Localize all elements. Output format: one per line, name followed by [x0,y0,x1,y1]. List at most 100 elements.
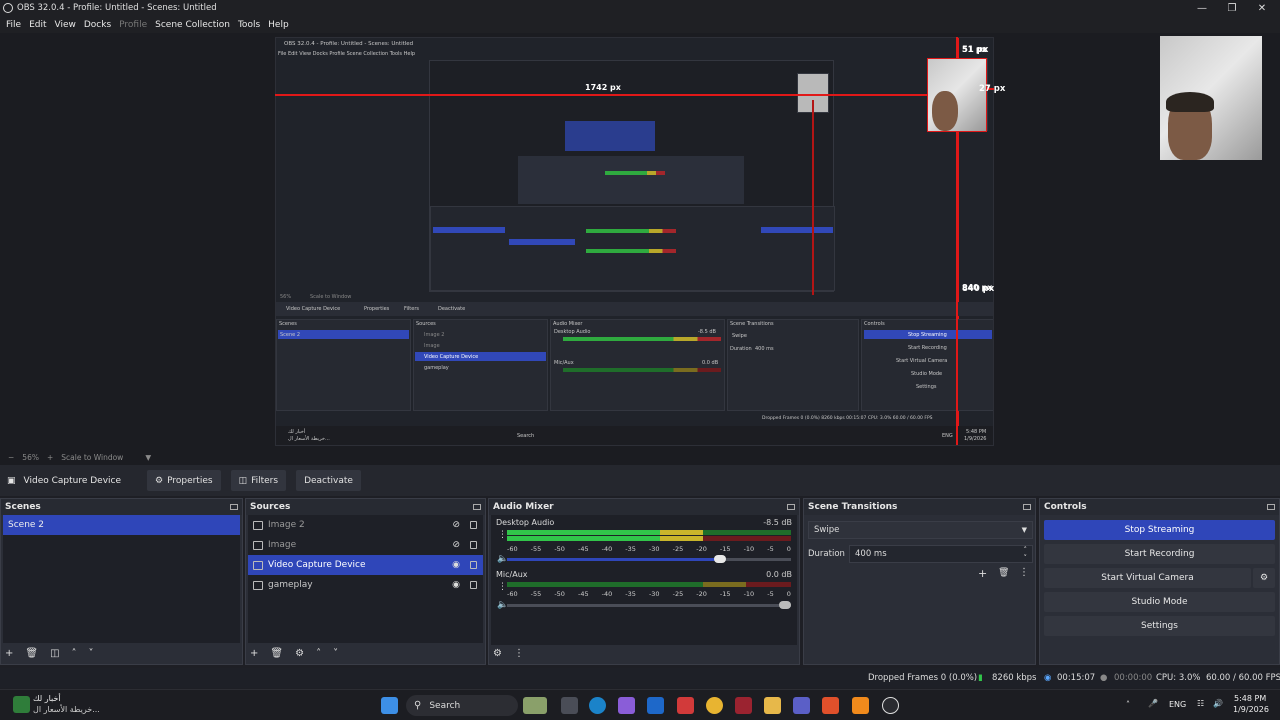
source-row[interactable]: gameplay ◉ [248,575,483,595]
kebab-menu-icon[interactable]: ⋮ [498,582,507,592]
windows-start-icon[interactable] [381,697,398,714]
kebab-menu-icon[interactable]: ⋮ [498,530,507,540]
move-up-icon[interactable]: ˄ [316,648,321,659]
zoom-minus-button[interactable]: − [8,453,14,462]
file-explorer-icon[interactable] [764,697,781,714]
lock-icon[interactable] [470,561,477,569]
chevron-up-icon[interactable]: ˄ [1126,700,1130,709]
start-recording-button[interactable]: Start Recording [1044,544,1275,564]
spinner-down-icon[interactable]: ˅ [1024,554,1028,562]
scenes-list: Scene 2 [3,515,240,643]
chrome-icon[interactable] [706,697,723,714]
source-row[interactable]: Image ⊘ [248,535,483,555]
search-highlight-icon[interactable] [523,697,547,714]
volume-knob[interactable] [779,601,791,609]
edge-icon[interactable] [589,697,606,714]
deactivate-button[interactable]: Deactivate [296,470,361,491]
eye-hidden-icon[interactable]: ⊘ [452,540,460,550]
menu-view[interactable]: View [51,20,80,30]
news-widget-icon[interactable] [13,696,30,713]
language-indicator[interactable]: ENG [1169,700,1186,709]
kebab-menu-icon[interactable]: ⋮ [514,648,524,659]
outlook-icon[interactable] [647,697,664,714]
trash-icon[interactable]: 🗑 [270,648,283,659]
scene-item[interactable]: Scene 2 [3,515,240,535]
scale-mode-select[interactable]: Scale to Window [61,453,123,462]
menu-docks[interactable]: Docks [80,20,115,30]
preview-canvas[interactable]: OBS 32.0.4 - Profile: Untitled - Scenes:… [0,33,1280,450]
source-row[interactable]: Video Capture Device ◉ [248,555,483,575]
network-icon[interactable]: ☷ [1197,699,1204,708]
lock-icon[interactable] [470,521,477,529]
obs-taskbar-icon[interactable] [882,697,899,714]
menu-scene-collection[interactable]: Scene Collection [151,20,234,30]
properties-button[interactable]: ⚙ Properties [147,470,221,491]
close-button[interactable]: ✕ [1246,0,1278,16]
menu-edit[interactable]: Edit [25,20,50,30]
add-icon[interactable]: + [5,648,13,659]
volume-knob[interactable] [714,555,726,563]
tick-label: -15 [719,545,731,553]
nested-deep-docks [430,206,835,291]
dock-float-icon[interactable] [787,504,795,510]
studio-mode-button[interactable]: Studio Mode [1044,592,1275,612]
news-line-1[interactable]: أخبار لك [33,694,61,703]
volume-slider[interactable] [507,601,791,609]
clock-date[interactable]: 1/9/2026 [1233,705,1269,714]
minimize-button[interactable]: — [1186,0,1218,16]
duration-input[interactable]: 400 ms ˄ ˅ [849,545,1033,563]
preview-webcam-selection[interactable] [927,58,987,132]
settings-button[interactable]: Settings [1044,616,1275,636]
eye-icon[interactable]: ◉ [452,560,460,570]
trash-icon[interactable]: 🗑 [25,648,38,659]
lock-icon[interactable] [470,581,477,589]
menu-profile[interactable]: Profile [115,20,151,30]
source-row[interactable]: Image 2 ⊘ [248,515,483,535]
dock-float-icon[interactable] [230,504,238,510]
clock-time[interactable]: 5:48 PM [1234,694,1266,703]
nested-desktop-audio: Desktop Audio [554,329,591,335]
tick-label: -35 [625,590,636,598]
brave-icon[interactable] [822,697,839,714]
move-down-icon[interactable]: ˅ [89,648,94,659]
news-line-2[interactable]: خريطة الأسعار ال... [33,705,100,714]
add-icon[interactable]: + [250,648,258,659]
copilot-icon[interactable] [618,697,635,714]
volume-slider[interactable] [507,555,791,563]
task-view-icon[interactable] [561,697,578,714]
menu-tools[interactable]: Tools [234,20,264,30]
trash-icon[interactable]: 🗑 [998,568,1009,578]
chevron-down-icon[interactable]: ▼ [145,453,151,462]
stop-streaming-button[interactable]: Stop Streaming [1044,520,1275,540]
gear-icon[interactable]: ⚙ [295,648,304,659]
kebab-menu-icon[interactable]: ⋮ [1019,567,1029,578]
transition-select[interactable]: Swipe ▼ [808,521,1033,539]
maximize-button[interactable]: ❐ [1216,0,1248,16]
filters-button[interactable]: ◫ Filters [230,470,287,491]
menu-file[interactable]: File [2,20,25,30]
dock-float-icon[interactable] [1267,504,1275,510]
vlc-icon[interactable] [852,697,869,714]
eye-icon[interactable]: ◉ [452,580,460,590]
filter-icon[interactable]: ◫ [50,648,59,659]
dock-float-icon[interactable] [473,504,481,510]
dock-float-icon[interactable] [1023,504,1031,510]
wps-icon[interactable] [677,697,694,714]
eye-hidden-icon[interactable]: ⊘ [452,520,460,530]
gear-icon[interactable]: ⚙ [493,648,502,659]
teams-icon[interactable] [793,697,810,714]
taskbar-search[interactable]: ⚲ Search [406,695,518,716]
microphone-icon[interactable]: 🎤 [1148,699,1158,708]
app-icon[interactable] [735,697,752,714]
move-up-icon[interactable]: ˄ [72,648,77,659]
virtual-camera-settings-button[interactable]: ⚙ [1253,568,1275,588]
add-transition-icon[interactable]: + [978,567,987,580]
move-down-icon[interactable]: ˅ [333,648,338,659]
volume-icon[interactable]: 🔊 [1213,699,1223,708]
menu-help[interactable]: Help [264,20,293,30]
start-virtual-camera-button[interactable]: Start Virtual Camera [1044,568,1251,588]
zoom-plus-button[interactable]: + [47,453,53,462]
spinner-up-icon[interactable]: ˄ [1024,546,1028,554]
lock-icon[interactable] [470,541,477,549]
nested-studio-mode: Studio Mode [911,371,943,377]
